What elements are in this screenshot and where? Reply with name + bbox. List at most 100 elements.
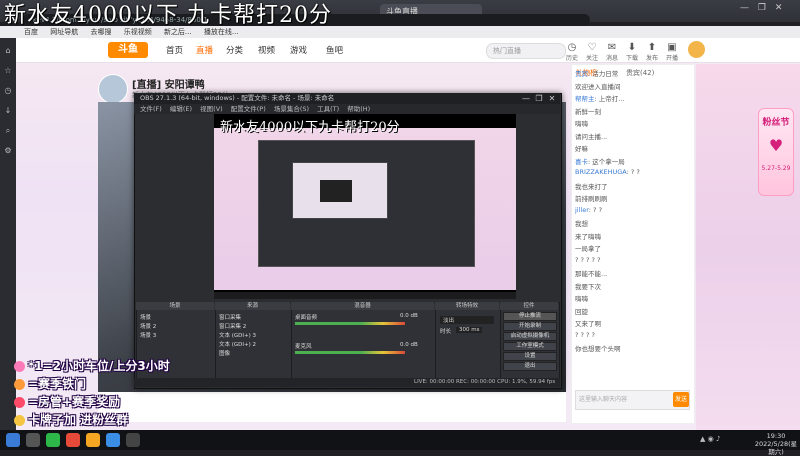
chat-text: 嗨嗨 xyxy=(575,295,588,303)
chat-text: ? ? xyxy=(593,205,603,214)
chat-message: 新鲜一刻 xyxy=(575,106,679,116)
dock-sources-header: 来源 xyxy=(215,302,290,310)
search-icon[interactable]: ⌕ xyxy=(3,126,13,136)
user-avatar[interactable] xyxy=(688,41,705,58)
source-item[interactable]: 窗口采集 2 xyxy=(219,322,246,330)
chat-username[interactable]: 帮帮主 xyxy=(575,95,595,103)
chat-message: 来了嗨嗨 xyxy=(575,231,679,241)
folder-icon[interactable] xyxy=(86,433,100,447)
system-tray[interactable]: ▲ ◉ ♪ xyxy=(700,435,720,443)
chat-username[interactable]: 贵宾 xyxy=(575,70,588,78)
bookmark-item[interactable]: 去哪搜 xyxy=(90,28,111,36)
transition-select[interactable]: 淡出 xyxy=(440,316,494,324)
home-icon[interactable]: ⌂ xyxy=(3,46,13,56)
obs-menu-scenes[interactable]: 场景集合(S) xyxy=(274,105,309,113)
bookmark-item[interactable]: 网址导航 xyxy=(50,28,78,36)
nav-home[interactable]: 首页 xyxy=(166,44,183,56)
obs-menu-edit[interactable]: 编辑(E) xyxy=(170,105,192,113)
window-controls[interactable]: — ❐ ✕ xyxy=(740,3,782,13)
source-item[interactable]: 窗口采集 xyxy=(219,313,241,321)
star-icon[interactable]: ☆ xyxy=(3,66,13,76)
top-publish[interactable]: ⬆ 发布 xyxy=(644,42,660,62)
exit-button[interactable]: 退出 xyxy=(503,362,557,371)
source-item[interactable]: 图像 xyxy=(219,349,230,357)
stop-stream-button[interactable]: 停止推流 xyxy=(503,312,557,321)
download-icon[interactable]: ↓ xyxy=(3,106,13,116)
heart-icon: ♥ xyxy=(768,136,784,155)
app-icon[interactable] xyxy=(66,433,80,447)
obs-taskbar-icon[interactable] xyxy=(126,433,140,447)
streamer-avatar[interactable] xyxy=(98,74,128,104)
heart-icon: ♡ xyxy=(587,42,597,53)
fire-icon xyxy=(14,361,25,372)
obs-minimize-icon[interactable]: — xyxy=(520,94,532,103)
start-record-button[interactable]: 开始录制 xyxy=(503,322,557,331)
obs-menu-file[interactable]: 文件(F) xyxy=(140,105,162,113)
wechat-icon[interactable] xyxy=(46,433,60,447)
nav-category[interactable]: 分类 xyxy=(226,44,243,56)
search-input[interactable]: 热门直播 xyxy=(486,43,566,59)
restore-icon[interactable]: ❐ xyxy=(758,3,766,13)
nav-video[interactable]: 视频 xyxy=(258,44,275,56)
chat-message: 贵宾: 活力日常 xyxy=(575,70,619,78)
chat-text: 新鲜一刻 xyxy=(575,107,601,116)
chat-username[interactable]: 喜卡 xyxy=(575,158,588,166)
promo-banner[interactable]: 粉丝节 ♥ 5.27-5.29 xyxy=(758,108,794,196)
chat-text: 你也想要个头啊 xyxy=(575,345,621,353)
virtual-camera-button[interactable]: 启动虚拟摄像机 xyxy=(503,332,557,341)
chat-message: 请问主播... xyxy=(575,131,679,141)
bookmark-item[interactable]: 播放在线... xyxy=(204,28,239,36)
settings-button[interactable]: 设置 xyxy=(503,352,557,361)
bookmark-item[interactable]: 乐视视频 xyxy=(124,28,152,36)
chat-message: 好嘛 xyxy=(575,143,679,153)
history-icon[interactable]: ◷ xyxy=(3,86,13,96)
preview-nested-screen-3 xyxy=(320,180,352,202)
badge-icon xyxy=(14,379,25,390)
chat-username[interactable]: BRIZZAKEHUGA xyxy=(575,168,627,176)
scene-item[interactable]: 场景 xyxy=(140,313,151,321)
search-taskbar-icon[interactable] xyxy=(26,433,40,447)
start-icon[interactable] xyxy=(6,433,20,447)
obs-menu-tools[interactable]: 工具(T) xyxy=(317,105,339,113)
nav-game[interactable]: 游戏 xyxy=(290,44,307,56)
promo-date: 5.27-5.29 xyxy=(761,165,791,172)
obs-menu-profile[interactable]: 配置文件(P) xyxy=(231,105,266,113)
bookmark-item[interactable]: 新之后... xyxy=(164,28,192,36)
top-download[interactable]: ⬇ 下载 xyxy=(624,42,640,62)
clock[interactable]: 19:30 2022/5/28(星期六) xyxy=(752,432,800,456)
chat-message: 又来了啊 xyxy=(575,318,679,328)
transition-duration-input[interactable]: 300 ms xyxy=(456,327,483,333)
obs-menu-view[interactable]: 视图(V) xyxy=(200,105,223,113)
top-message[interactable]: ✉ 消息 xyxy=(604,42,620,62)
nav-yuba[interactable]: 鱼吧 xyxy=(326,44,343,56)
obs-close-icon[interactable]: ✕ xyxy=(546,94,558,103)
mixer-channel-name: 桌面音频 xyxy=(295,315,318,321)
bookmark-item[interactable]: 百度 xyxy=(24,28,38,36)
source-item[interactable]: 文本 (GDI+) 2 xyxy=(219,340,256,348)
scene-item[interactable]: 场景 2 xyxy=(140,322,156,330)
close-icon[interactable]: ✕ xyxy=(775,3,783,13)
chat-text: 那能不能... xyxy=(575,270,608,278)
top-follow[interactable]: ♡ 关注 xyxy=(584,42,600,62)
send-button[interactable]: 发送 xyxy=(673,392,689,407)
scene-item[interactable]: 场景 3 xyxy=(140,331,156,339)
minimize-icon[interactable]: — xyxy=(740,3,749,13)
chat-message: 帮帮主: 上帝打... xyxy=(575,95,625,103)
top-history[interactable]: ◷ 历史 xyxy=(564,42,580,62)
source-item[interactable]: 文本 (GDI+) 3 xyxy=(219,331,256,339)
top-golive[interactable]: ▣ 开播 xyxy=(664,42,680,62)
site-logo[interactable]: 斗鱼 xyxy=(108,42,148,58)
chat-text: 一局拿了 xyxy=(575,245,601,253)
obs-menu-help[interactable]: 帮助(H) xyxy=(347,105,370,113)
edge-icon[interactable] xyxy=(106,433,120,447)
overlay-line-3: =房管+赛季奖励 xyxy=(14,393,120,410)
dock-mixer-header: 混音器 xyxy=(291,302,434,310)
chat-username[interactable]: jiller xyxy=(575,206,589,214)
studio-mode-button[interactable]: 工作室模式 xyxy=(503,342,557,351)
room-title: [直播] 安阳谭鸭 xyxy=(132,80,205,91)
settings-icon[interactable]: ⚙ xyxy=(3,146,13,156)
obs-maximize-icon[interactable]: ❐ xyxy=(533,94,545,103)
dock-controls-header: 控件 xyxy=(500,302,558,310)
nav-live[interactable]: 直播 xyxy=(196,44,213,56)
dock-transitions xyxy=(435,302,501,386)
